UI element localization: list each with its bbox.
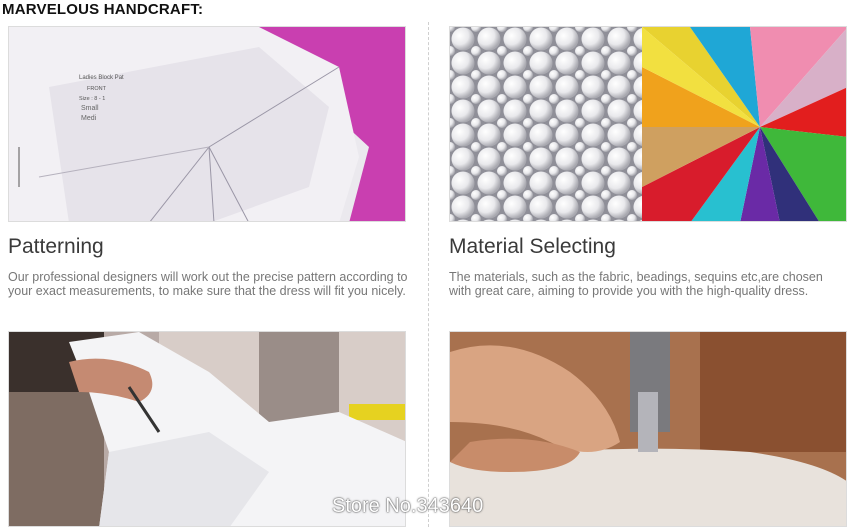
pattern-text-line-3: Size : 8 - 1	[79, 96, 105, 102]
page-title: MARVELOUS HANDCRAFT:	[2, 1, 204, 18]
pattern-text-line-4: Small	[81, 105, 99, 112]
column-divider	[428, 22, 429, 527]
sewing-photo	[449, 331, 847, 527]
patterning-photo: Ladies Block Pat FRONT Size : 8 - 1 Smal…	[8, 26, 406, 222]
store-watermark: Store No.343640	[332, 495, 484, 517]
materials-photo	[449, 26, 847, 222]
section-desc-patterning: Our professional designers will work out…	[8, 270, 408, 298]
section-desc-material-selecting: The materials, such as the fabric, beadi…	[449, 270, 823, 298]
pattern-text-line-2: FRONT	[87, 86, 107, 92]
pattern-text-line-5: Medi	[81, 115, 97, 122]
section-title-material-selecting: Material Selecting	[449, 235, 616, 258]
section-title-patterning: Patterning	[8, 235, 104, 258]
pattern-text-line-1: Ladies Block Pat	[79, 75, 124, 81]
